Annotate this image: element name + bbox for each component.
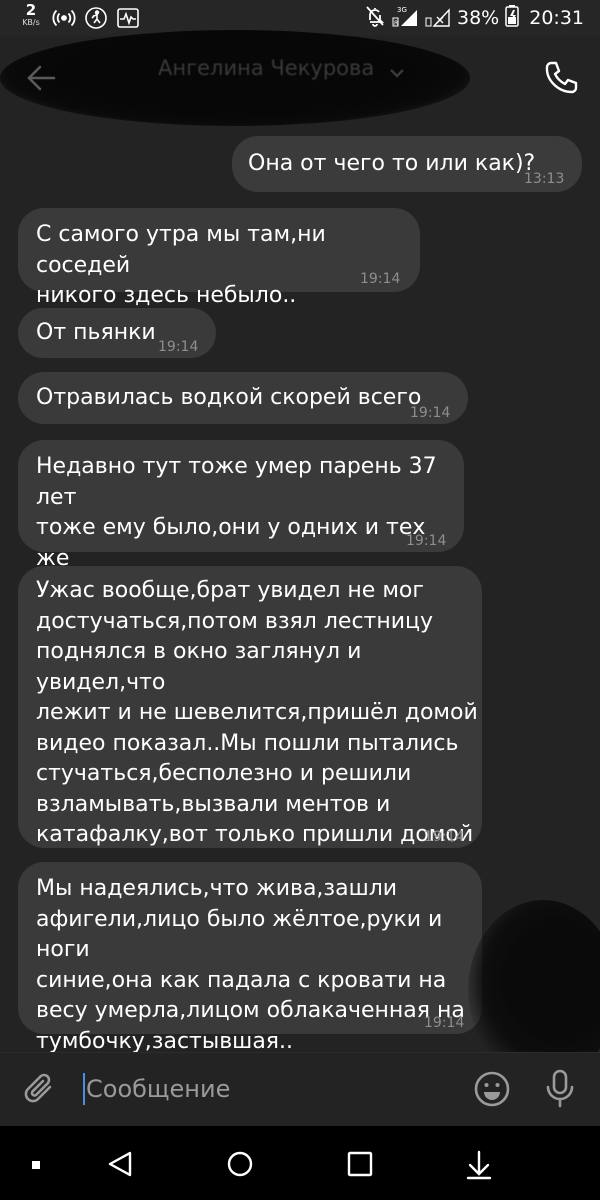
- message-time: 19:14: [410, 405, 451, 421]
- dot-icon[interactable]: [30, 1156, 42, 1175]
- message-composer: [0, 1052, 600, 1127]
- message-bubble-outgoing[interactable]: Она от чего то или как)? 13:13: [232, 136, 582, 192]
- chat-header: Ангелина Чекурова: [0, 30, 600, 126]
- message-time: 19:14: [158, 339, 199, 355]
- download-arrow-icon[interactable]: [462, 1148, 496, 1186]
- status-bar: 2 KB/s 3G R 38% 20:31: [0, 0, 600, 36]
- text-caret: [83, 1073, 85, 1105]
- accessibility-icon: [84, 6, 108, 34]
- network-speed-unit: KB/s: [22, 18, 40, 27]
- svg-text:R: R: [394, 20, 398, 27]
- message-text: Мы надеялись,что жива,зашли афигели,лицо…: [36, 876, 465, 1054]
- clock: 20:31: [529, 7, 584, 29]
- battery-charging-icon: [505, 5, 519, 31]
- message-time: 19:14: [424, 1015, 465, 1031]
- network-speed-value: 2: [25, 1, 37, 19]
- mute-icon: [365, 5, 385, 31]
- contact-name[interactable]: Ангелина Чекурова: [158, 56, 374, 80]
- message-time: 19:14: [406, 533, 447, 549]
- message-bubble-incoming[interactable]: Мы надеялись,что жива,зашли афигели,лицо…: [18, 862, 482, 1054]
- message-bubble-incoming[interactable]: Ужас вообще,брат увидел не мог достучать…: [18, 566, 482, 848]
- svg-text:3G: 3G: [397, 6, 407, 14]
- message-bubble-incoming[interactable]: От пьянки 19:14: [18, 308, 216, 358]
- system-nav-bar: [0, 1126, 600, 1200]
- signal-3g-icon: 3G R: [391, 4, 419, 32]
- chevron-down-icon[interactable]: [388, 64, 406, 83]
- back-arrow-icon[interactable]: [22, 58, 62, 98]
- emoji-icon[interactable]: [472, 1069, 512, 1109]
- battery-percent: 38%: [457, 7, 500, 29]
- hotspot-icon: [52, 6, 76, 34]
- message-bubble-incoming[interactable]: Недавно тут тоже умер парень 37 лет тоже…: [18, 440, 464, 601]
- signal-icon: [425, 4, 451, 32]
- phone-icon[interactable]: [540, 58, 580, 98]
- message-bubble-incoming[interactable]: С самого утра мы там,ни соседей никого з…: [18, 208, 420, 308]
- message-text: Она от чего то или как)?: [248, 151, 536, 176]
- home-circle-icon[interactable]: [224, 1148, 256, 1184]
- activity-icon: [116, 6, 140, 34]
- message-input[interactable]: [82, 1067, 446, 1111]
- message-time: 13:13: [524, 171, 565, 187]
- message-text: От пьянки: [36, 320, 156, 345]
- recents-square-icon[interactable]: [344, 1148, 376, 1184]
- status-right: 3G R 38% 20:31: [365, 5, 584, 31]
- message-time: 19:14: [360, 271, 401, 287]
- back-triangle-icon[interactable]: [104, 1148, 136, 1184]
- microphone-icon[interactable]: [542, 1067, 578, 1111]
- message-text: Отравилась водкой скорей всего: [36, 385, 422, 410]
- message-text: Ужас вообще,брат увидел не мог достучать…: [36, 578, 478, 847]
- message-time: 19:14: [424, 829, 465, 845]
- paperclip-icon[interactable]: [20, 1069, 60, 1109]
- network-speed: 2 KB/s: [18, 3, 44, 27]
- message-bubble-incoming[interactable]: Отравилась водкой скорей всего 19:14: [18, 372, 468, 424]
- message-text: С самого утра мы там,ни соседей никого з…: [36, 222, 326, 308]
